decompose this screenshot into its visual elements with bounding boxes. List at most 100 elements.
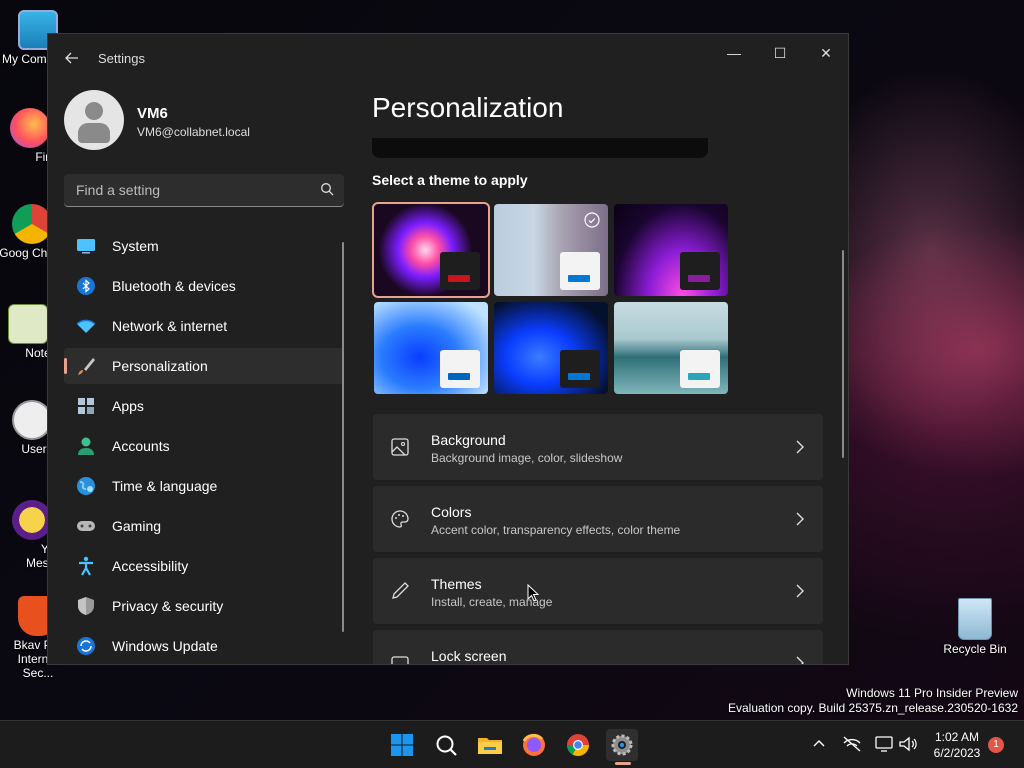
chrome-icon: [567, 734, 589, 756]
start-button[interactable]: [386, 729, 418, 761]
search-input[interactable]: [64, 174, 304, 206]
chevron-up-icon[interactable]: [812, 737, 826, 751]
pen-icon: [392, 582, 409, 599]
theme-preview: [372, 138, 708, 158]
clock-date: 6/2/2023: [933, 746, 981, 760]
chrome-icon: [12, 204, 52, 244]
chevron-right-icon: [796, 512, 804, 526]
folder-icon: [478, 738, 502, 754]
recycle-bin-icon: [958, 598, 992, 640]
volume-icon[interactable]: [898, 735, 918, 753]
maximize-button[interactable]: ☐: [757, 38, 803, 68]
firefox-icon: [10, 108, 50, 148]
sidebar-item-accessibility[interactable]: Accessibility: [64, 548, 344, 584]
sidebar-item-accounts[interactable]: Accounts: [64, 428, 344, 464]
wifi-icon: [76, 319, 96, 333]
sidebar-item-windows-update[interactable]: Windows Update: [64, 628, 344, 664]
sidebar-item-label: Network & internet: [112, 318, 228, 334]
notepad-icon: [8, 304, 48, 344]
firefox-button[interactable]: [518, 729, 550, 761]
gamepad-icon: [77, 521, 95, 531]
notification-badge[interactable]: 1: [988, 737, 1004, 753]
sidebar-item-apps[interactable]: Apps: [64, 388, 344, 424]
sidebar-item-personalization[interactable]: Personalization: [64, 348, 344, 384]
sidebar-item-label: Accessibility: [112, 558, 189, 574]
theme-lake[interactable]: [614, 302, 728, 394]
theme-windows-dark[interactable]: [494, 302, 608, 394]
gauge-icon: [12, 400, 52, 440]
search-icon: [436, 735, 457, 756]
sidebar-item-time-language[interactable]: Time & language: [64, 468, 344, 504]
windows-logo-icon: [391, 734, 413, 756]
check-circle-icon: [584, 212, 600, 228]
setting-background[interactable]: Background Background image, color, slid…: [373, 414, 823, 480]
user-email: VM6@collabnet.local: [137, 125, 250, 139]
system-icon: [77, 239, 95, 254]
title-bar: Settings — ☐ ✕: [48, 34, 848, 82]
globe-icon: [77, 477, 95, 495]
theme-flowers-light[interactable]: [494, 204, 608, 296]
theme-windows-light[interactable]: [374, 302, 488, 394]
setting-title: Lock screen: [431, 648, 507, 664]
sidebar-nav: System Bluetooth & devices Network & int…: [64, 228, 344, 664]
setting-title: Themes: [431, 576, 482, 592]
apps-icon: [78, 398, 94, 414]
setting-lock-screen[interactable]: Lock screen: [373, 630, 823, 664]
yahoo-icon: [12, 500, 52, 540]
sidebar-item-privacy[interactable]: Privacy & security: [64, 588, 344, 624]
theme-heading: Select a theme to apply: [372, 172, 528, 188]
sidebar-scrollbar[interactable]: [342, 242, 344, 632]
sidebar-item-system[interactable]: System: [64, 228, 344, 264]
clock-time: 1:02 AM: [934, 730, 980, 744]
sidebar-item-label: Time & language: [112, 478, 218, 494]
network-off-icon[interactable]: [842, 735, 862, 753]
main-scrollbar[interactable]: [842, 250, 844, 458]
desktop-icon-recycle-bin[interactable]: Recycle Bin: [936, 598, 1014, 656]
palette-icon: [391, 510, 409, 528]
back-arrow-icon: [65, 52, 78, 64]
system-clock[interactable]: 1:02 AM 6/2/2023: [924, 729, 990, 761]
search-icon[interactable]: [320, 182, 334, 196]
chevron-right-icon: [796, 656, 804, 664]
chevron-right-icon: [796, 584, 804, 598]
settings-taskbar-button[interactable]: [606, 729, 638, 761]
sidebar-item-bluetooth[interactable]: Bluetooth & devices: [64, 268, 344, 304]
shield-icon: [78, 597, 94, 615]
setting-subtitle: Accent color, transparency effects, colo…: [431, 523, 681, 537]
minimize-button[interactable]: —: [711, 38, 757, 68]
setting-title: Colors: [431, 504, 472, 520]
user-profile[interactable]: VM6 VM6@collabnet.local: [64, 90, 354, 152]
settings-window: Settings — ☐ ✕ VM6 VM6@collabnet.local S…: [47, 33, 849, 665]
sidebar-item-label: Personalization: [112, 358, 208, 374]
theme-purple-glow[interactable]: [614, 204, 728, 296]
sidebar-item-gaming[interactable]: Gaming: [64, 508, 344, 544]
accessibility-icon: [79, 556, 93, 576]
mouse-cursor-icon: [527, 584, 539, 602]
taskbar-search-button[interactable]: [430, 729, 462, 761]
page-title: Personalization: [372, 92, 564, 123]
brush-icon: [78, 358, 95, 375]
update-icon: [77, 637, 95, 655]
setting-themes[interactable]: Themes Install, create, manage: [373, 558, 823, 624]
sidebar-item-label: Privacy & security: [112, 598, 224, 614]
sidebar-item-network[interactable]: Network & internet: [64, 308, 344, 344]
chevron-right-icon: [796, 440, 804, 454]
avatar: [64, 90, 124, 150]
running-indicator: [615, 762, 631, 765]
setting-colors[interactable]: Colors Accent color, transparency effect…: [373, 486, 823, 552]
gear-icon: [611, 734, 633, 756]
sidebar-item-label: Gaming: [112, 518, 162, 534]
display-icon[interactable]: [874, 735, 894, 753]
setting-subtitle: Background image, color, slideshow: [431, 451, 623, 465]
back-button[interactable]: [60, 46, 84, 70]
chrome-button[interactable]: [562, 729, 594, 761]
accounts-icon: [78, 437, 94, 455]
close-button[interactable]: ✕: [803, 38, 848, 68]
theme-glow-flower[interactable]: [372, 202, 490, 298]
image-icon: [391, 438, 409, 456]
lock-screen-icon: [391, 656, 409, 664]
file-explorer-button[interactable]: [474, 729, 506, 761]
firefox-icon: [522, 733, 545, 756]
sidebar-item-label: Windows Update: [112, 638, 218, 654]
search-box: [64, 174, 344, 207]
